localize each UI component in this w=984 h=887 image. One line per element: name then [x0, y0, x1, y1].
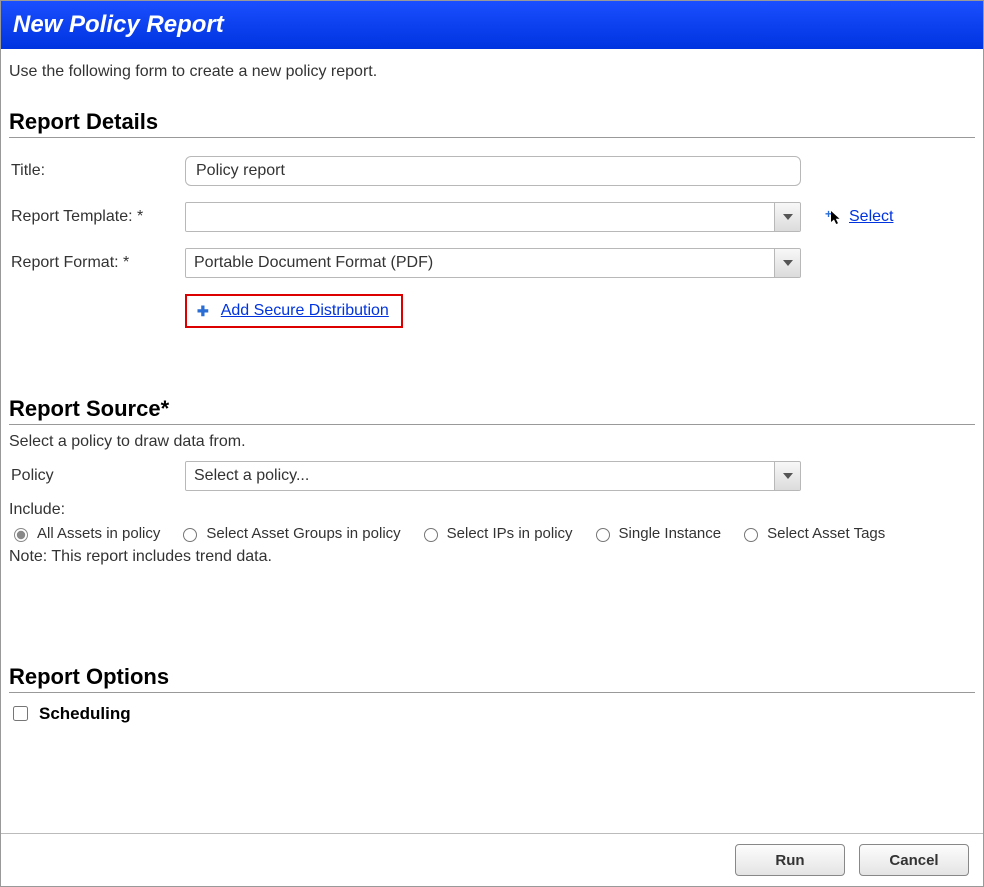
policy-select-value: Select a policy... [186, 462, 774, 490]
secure-distribution-highlight: ✚ Add Secure Distribution [185, 294, 403, 328]
radio-asset-groups[interactable]: Select Asset Groups in policy [178, 525, 400, 542]
radio-asset-tags-label: Select Asset Tags [767, 525, 885, 542]
section-heading-source: Report Source* [9, 396, 975, 422]
row-title: Title: [9, 156, 975, 186]
spacer [9, 328, 975, 388]
cancel-button[interactable]: Cancel [859, 844, 969, 876]
title-input[interactable] [185, 156, 801, 186]
section-heading-details: Report Details [9, 109, 975, 135]
row-scheduling: Scheduling [9, 703, 975, 724]
radio-all-assets[interactable]: All Assets in policy [9, 525, 160, 542]
row-secure-distribution: ✚ Add Secure Distribution [185, 294, 975, 328]
format-select-value: Portable Document Format (PDF) [186, 249, 774, 277]
label-policy: Policy [9, 467, 185, 485]
template-select-button[interactable] [774, 203, 800, 231]
add-secure-distribution-link[interactable]: Add Secure Distribution [221, 302, 389, 320]
dialog-window: New Policy Report Use the following form… [0, 0, 984, 887]
row-policy: Policy Select a policy... [9, 461, 975, 491]
template-select-value [186, 203, 774, 231]
policy-select[interactable]: Select a policy... [185, 461, 801, 491]
chevron-down-icon [783, 260, 793, 266]
radio-ips-label: Select IPs in policy [447, 525, 573, 542]
radio-single-instance-input[interactable] [596, 528, 610, 542]
radio-all-assets-label: All Assets in policy [37, 525, 160, 542]
scheduling-label: Scheduling [39, 704, 131, 724]
template-select-link[interactable]: Select [849, 208, 893, 226]
trend-note: Note: This report includes trend data. [9, 548, 975, 566]
policy-select-button[interactable] [774, 462, 800, 490]
include-options: All Assets in policy Select Asset Groups… [9, 525, 975, 542]
chevron-down-icon [783, 473, 793, 479]
section-heading-options: Report Options [9, 664, 975, 690]
intro-text: Use the following form to create a new p… [9, 63, 975, 81]
dialog-title: New Policy Report [1, 1, 983, 49]
radio-all-assets-input[interactable] [14, 528, 28, 542]
spacer [9, 566, 975, 656]
radio-ips[interactable]: Select IPs in policy [419, 525, 573, 542]
divider [9, 692, 975, 693]
label-title: Title: [9, 162, 185, 180]
radio-single-instance-label: Single Instance [619, 525, 722, 542]
template-select-link-area: + Select [825, 208, 893, 226]
dialog-content: Use the following form to create a new p… [1, 49, 983, 724]
radio-asset-groups-label: Select Asset Groups in policy [206, 525, 400, 542]
plus-cursor-icon: + [825, 209, 843, 225]
template-select[interactable] [185, 202, 801, 232]
label-template: Report Template: * [9, 208, 185, 226]
plus-icon: ✚ [197, 304, 209, 318]
scheduling-checkbox[interactable] [13, 706, 28, 721]
row-format: Report Format: * Portable Document Forma… [9, 248, 975, 278]
chevron-down-icon [783, 214, 793, 220]
row-template: Report Template: * + Select [9, 202, 975, 232]
format-select-button[interactable] [774, 249, 800, 277]
label-include: Include: [9, 501, 975, 519]
source-subtext: Select a policy to draw data from. [9, 433, 975, 451]
label-format: Report Format: * [9, 254, 185, 272]
radio-ips-input[interactable] [424, 528, 438, 542]
radio-asset-tags[interactable]: Select Asset Tags [739, 525, 885, 542]
divider [9, 137, 975, 138]
radio-asset-groups-input[interactable] [183, 528, 197, 542]
run-button[interactable]: Run [735, 844, 845, 876]
radio-asset-tags-input[interactable] [744, 528, 758, 542]
format-select[interactable]: Portable Document Format (PDF) [185, 248, 801, 278]
dialog-footer: Run Cancel [1, 833, 983, 886]
radio-single-instance[interactable]: Single Instance [591, 525, 722, 542]
divider [9, 424, 975, 425]
